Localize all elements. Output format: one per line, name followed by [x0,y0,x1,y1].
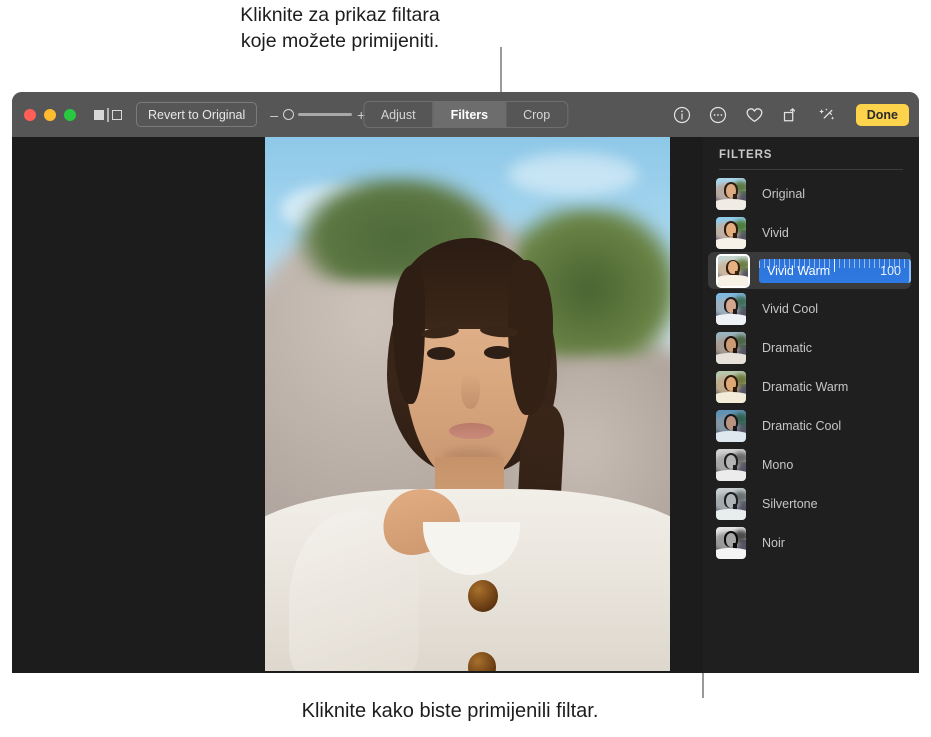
zoom-button[interactable] [64,108,76,121]
filter-row-mono[interactable]: Mono [703,445,919,484]
filter-label: Vivid Warm [767,263,831,278]
photo-preview[interactable] [265,137,670,671]
filter-intensity-value: 100 [880,263,901,278]
toolbar-right-tools: Done [673,103,909,126]
filter-row-silvertone[interactable]: Silvertone [703,484,919,523]
tab-adjust[interactable]: Adjust [364,102,434,127]
zoom-slider-knob[interactable] [283,109,295,120]
mode-segmented-control[interactable]: Adjust Filters Crop [362,101,569,128]
rotate-icon[interactable] [781,105,800,124]
filter-thumbnail [716,331,746,364]
filters-list[interactable]: Original Vivid Vivid Warm 100 Vivid Cool Dram… [703,174,919,562]
photos-edit-window: Revert to Original – + Adjust Filters Cr… [12,92,919,673]
filter-row-vivid-cool[interactable]: Vivid Cool [703,289,919,328]
auto-enhance-wand-icon[interactable] [817,105,836,124]
zoom-slider[interactable]: – + [270,108,365,122]
filter-label: Mono [762,457,794,472]
compare-split-icon[interactable] [94,107,122,122]
slider-center-tick [834,258,835,272]
filter-thumbnail [716,216,746,249]
callout-text-bottom: Kliknite kako biste primijenili filtar. [301,700,599,722]
zoom-slider-track[interactable] [298,113,353,116]
filter-label: Vivid [762,225,789,240]
filter-thumbnail [716,292,746,325]
revert-to-original-button[interactable]: Revert to Original [136,102,258,127]
window-toolbar: Revert to Original – + Adjust Filters Cr… [12,92,919,137]
filter-thumbnail [716,370,746,403]
filter-label: Vivid Cool [762,301,819,316]
filter-label: Original [762,186,806,201]
filter-thumbnail [716,253,750,288]
window-body: FILTERS Original Vivid Vivid Warm 100 Vivid … [12,137,919,673]
filter-thumbnail [716,526,746,559]
filter-thumbnail [716,487,746,520]
done-label: Done [866,107,898,122]
filter-label: Dramatic [762,340,813,355]
filter-row-dramatic-warm[interactable]: Dramatic Warm [703,367,919,406]
more-options-icon[interactable] [709,105,728,124]
filter-row-dramatic-cool[interactable]: Dramatic Cool [703,406,919,445]
zoom-out-icon[interactable]: – [270,108,278,122]
minimize-button[interactable] [44,108,56,121]
filter-row-noir[interactable]: Noir [703,523,919,562]
window-controls [24,108,76,121]
filter-row-dramatic[interactable]: Dramatic [703,328,919,367]
filter-label: Dramatic Warm [762,379,849,394]
filter-row-vivid[interactable]: Vivid [703,213,919,252]
filter-row-vivid-warm[interactable]: Vivid Warm 100 [708,252,911,289]
filter-row-original[interactable]: Original [703,174,919,213]
filters-panel-title: FILTERS [719,149,773,161]
filter-label: Dramatic Cool [762,418,842,433]
filter-thumbnail [716,177,746,210]
filter-intensity-slider[interactable]: Vivid Warm 100 [759,258,911,283]
filter-label: Silvertone [762,496,818,511]
revert-to-original-label: Revert to Original [148,107,246,122]
filters-sidebar: FILTERS Original Vivid Vivid Warm 100 Vivid … [703,137,919,673]
callout-leader-line-top [500,47,502,96]
close-button[interactable] [24,108,36,121]
info-icon[interactable] [673,105,692,124]
tab-crop[interactable]: Crop [506,102,567,127]
favorite-heart-icon[interactable] [745,105,764,124]
tab-filters[interactable]: Filters [433,102,507,127]
filters-divider [719,169,903,170]
done-button[interactable]: Done [855,103,909,126]
callout-text-top: Kliknite za prikaz filtara koje možete p… [240,4,440,52]
filter-thumbnail [716,448,746,481]
filter-label: Noir [762,535,785,550]
photo-canvas[interactable] [12,137,703,673]
filter-thumbnail [716,409,746,442]
